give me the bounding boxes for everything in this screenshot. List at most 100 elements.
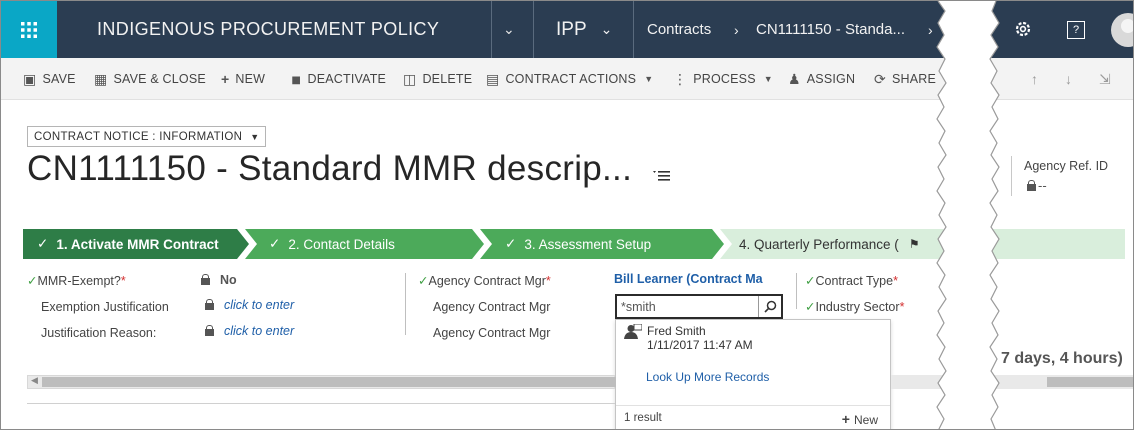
agency-contract-mgr-label: ✓Agency Contract Mgr* [418, 274, 551, 288]
lock-icon [201, 274, 210, 285]
checkmark-icon: ✓ [418, 274, 429, 288]
required-indicator: * [893, 274, 898, 288]
column-divider [796, 273, 797, 309]
lookup-result-date: 1/11/2017 11:47 AM [647, 338, 753, 352]
nav-divider [633, 1, 634, 58]
save-close-icon: ▦ [94, 70, 108, 87]
breadcrumb-entity[interactable]: Contracts [647, 1, 711, 58]
horizontal-scrollbar-right[interactable] [891, 375, 1133, 389]
expand-icon[interactable]: ⇲ [1099, 71, 1111, 88]
process-stage-2[interactable]: ✓ 2. Contact Details [269, 229, 395, 259]
lock-icon [205, 325, 214, 336]
timeline-duration-text: 7 days, 4 hours) [1001, 350, 1123, 367]
agency-ref-value: -- [1027, 178, 1047, 193]
exemption-justification-field[interactable]: click to enter [205, 298, 294, 312]
mmr-exempt-value: No [201, 273, 237, 287]
required-indicator: * [120, 274, 126, 288]
area-label: IPP [556, 18, 587, 40]
lookup-result-name: Fred Smith [647, 324, 706, 338]
caret-down-icon: ▼ [250, 131, 260, 142]
trash-icon: ◫ [403, 70, 417, 87]
horizontal-scrollbar[interactable]: ◀ [27, 375, 616, 389]
scrollbar-thumb[interactable] [42, 377, 616, 387]
share-icon: ⟳ [874, 70, 886, 87]
save-and-close-button[interactable]: ▦ SAVE & CLOSE [94, 58, 206, 100]
justification-reason-field[interactable]: click to enter [205, 324, 294, 338]
header-field-divider [1011, 156, 1012, 196]
assign-users-icon: ♟ [788, 70, 801, 87]
agency-ref-label: Agency Ref. ID [1024, 159, 1109, 173]
gear-icon[interactable] [1013, 19, 1033, 39]
lookup-search-input[interactable] [621, 298, 757, 316]
lookup-results-flyout: Fred Smith 1/11/2017 11:47 AM Look Up Mo… [615, 319, 891, 429]
delete-button[interactable]: ◫ DELETE [403, 58, 472, 100]
agency-contract-mgr-value[interactable]: Bill Learner (Contract Ma [614, 272, 764, 286]
caret-down-icon: ▼ [644, 74, 654, 84]
column-divider [405, 273, 406, 335]
new-button[interactable]: + NEW [221, 58, 265, 100]
chevron-down-icon: ⌄ [600, 21, 613, 37]
breadcrumb-record[interactable]: CN1111150 - Standa... [756, 1, 905, 58]
checkmark-icon: ✓ [805, 300, 816, 314]
lookup-result-count: 1 result [624, 412, 662, 424]
search-icon [763, 300, 776, 313]
help-icon[interactable]: ? [1067, 21, 1085, 39]
header-menu-icon[interactable] [653, 168, 673, 182]
assign-button[interactable]: ♟ ASSIGN [788, 58, 855, 100]
process-button[interactable]: ⋮ PROCESS ▼ [673, 58, 773, 100]
checkmark-icon: ✓ [269, 236, 281, 251]
plus-icon: + [841, 411, 850, 427]
justification-reason-label: Justification Reason: [41, 326, 157, 340]
flag-icon: ⚑ [908, 237, 920, 251]
floppy-disk-icon: ▣ [23, 70, 37, 87]
checkmark-icon: ✓ [505, 236, 517, 251]
deactivate-icon: ◾ [291, 70, 302, 87]
lookup-new-button[interactable]: + New [842, 411, 878, 427]
required-indicator: * [899, 300, 905, 314]
app-launcher-button[interactable] [1, 1, 57, 58]
app-title[interactable]: INDIGENOUS PROCUREMENT POLICY [57, 1, 491, 58]
lookup-result-item[interactable]: Fred Smith 1/11/2017 11:47 AM [616, 320, 890, 356]
process-icon: ⋮ [673, 70, 688, 87]
nav-divider [491, 1, 492, 58]
look-up-more-records-link[interactable]: Look Up More Records [646, 370, 769, 384]
torn-edge-divider [936, 1, 1000, 429]
checkmark-icon: ✓ [27, 274, 38, 288]
area-selector[interactable]: IPP ⌄ [556, 1, 612, 58]
nav-divider [533, 1, 534, 58]
scrollbar-thumb[interactable] [1047, 377, 1133, 387]
deactivate-button[interactable]: ◾ DEACTIVATE [291, 58, 386, 100]
lock-icon [1027, 180, 1036, 191]
lookup-field[interactable] [615, 294, 783, 319]
chevron-right-icon[interactable]: › [928, 1, 933, 58]
lookup-search-button[interactable] [758, 296, 781, 317]
process-stage-4[interactable]: 4. Quarterly Performance ( ⚑ [739, 229, 920, 259]
document-icon: ▤ [486, 70, 500, 87]
process-stage-3[interactable]: ✓ 3. Assessment Setup [505, 229, 651, 259]
checkmark-icon: ✓ [37, 236, 49, 251]
chevron-down-icon[interactable]: ⌄ [503, 21, 515, 38]
crm-form-page: INDIGENOUS PROCUREMENT POLICY ⌄ IPP ⌄ Co… [0, 0, 1134, 430]
waffle-icon [21, 21, 37, 38]
share-button[interactable]: ⟳ SHARE [874, 58, 936, 100]
form-selector[interactable]: CONTRACT NOTICE : INFORMATION ▼ [27, 126, 267, 147]
agency-contract-mgr-2-label: Agency Contract Mgr [433, 300, 551, 314]
industry-sector-label: ✓Industry Sector* [805, 300, 905, 314]
lookup-flyout-footer: 1 result + New [616, 405, 890, 429]
lock-icon [205, 299, 214, 310]
agency-contract-mgr-3-label: Agency Contract Mgr [433, 326, 551, 340]
checkmark-icon: ✓ [805, 274, 816, 288]
save-button[interactable]: ▣ SAVE [23, 58, 76, 100]
user-icon [624, 324, 642, 339]
arrow-up-icon[interactable]: ↑ [1031, 71, 1038, 87]
plus-icon: + [221, 71, 230, 87]
record-title: CN1111150 - Standard MMR descrip... [27, 149, 633, 188]
mmr-exempt-label: ✓MMR-Exempt?* [27, 274, 126, 288]
contract-actions-button[interactable]: ▤ CONTRACT ACTIONS ▼ [486, 58, 653, 100]
section-divider [27, 403, 615, 404]
arrow-down-icon[interactable]: ↓ [1065, 71, 1072, 87]
scroll-left-icon[interactable]: ◀ [31, 375, 38, 386]
required-indicator: * [545, 274, 551, 288]
caret-down-icon: ▼ [763, 74, 773, 84]
process-stage-1[interactable]: ✓ 1. Activate MMR Contract [37, 229, 219, 259]
